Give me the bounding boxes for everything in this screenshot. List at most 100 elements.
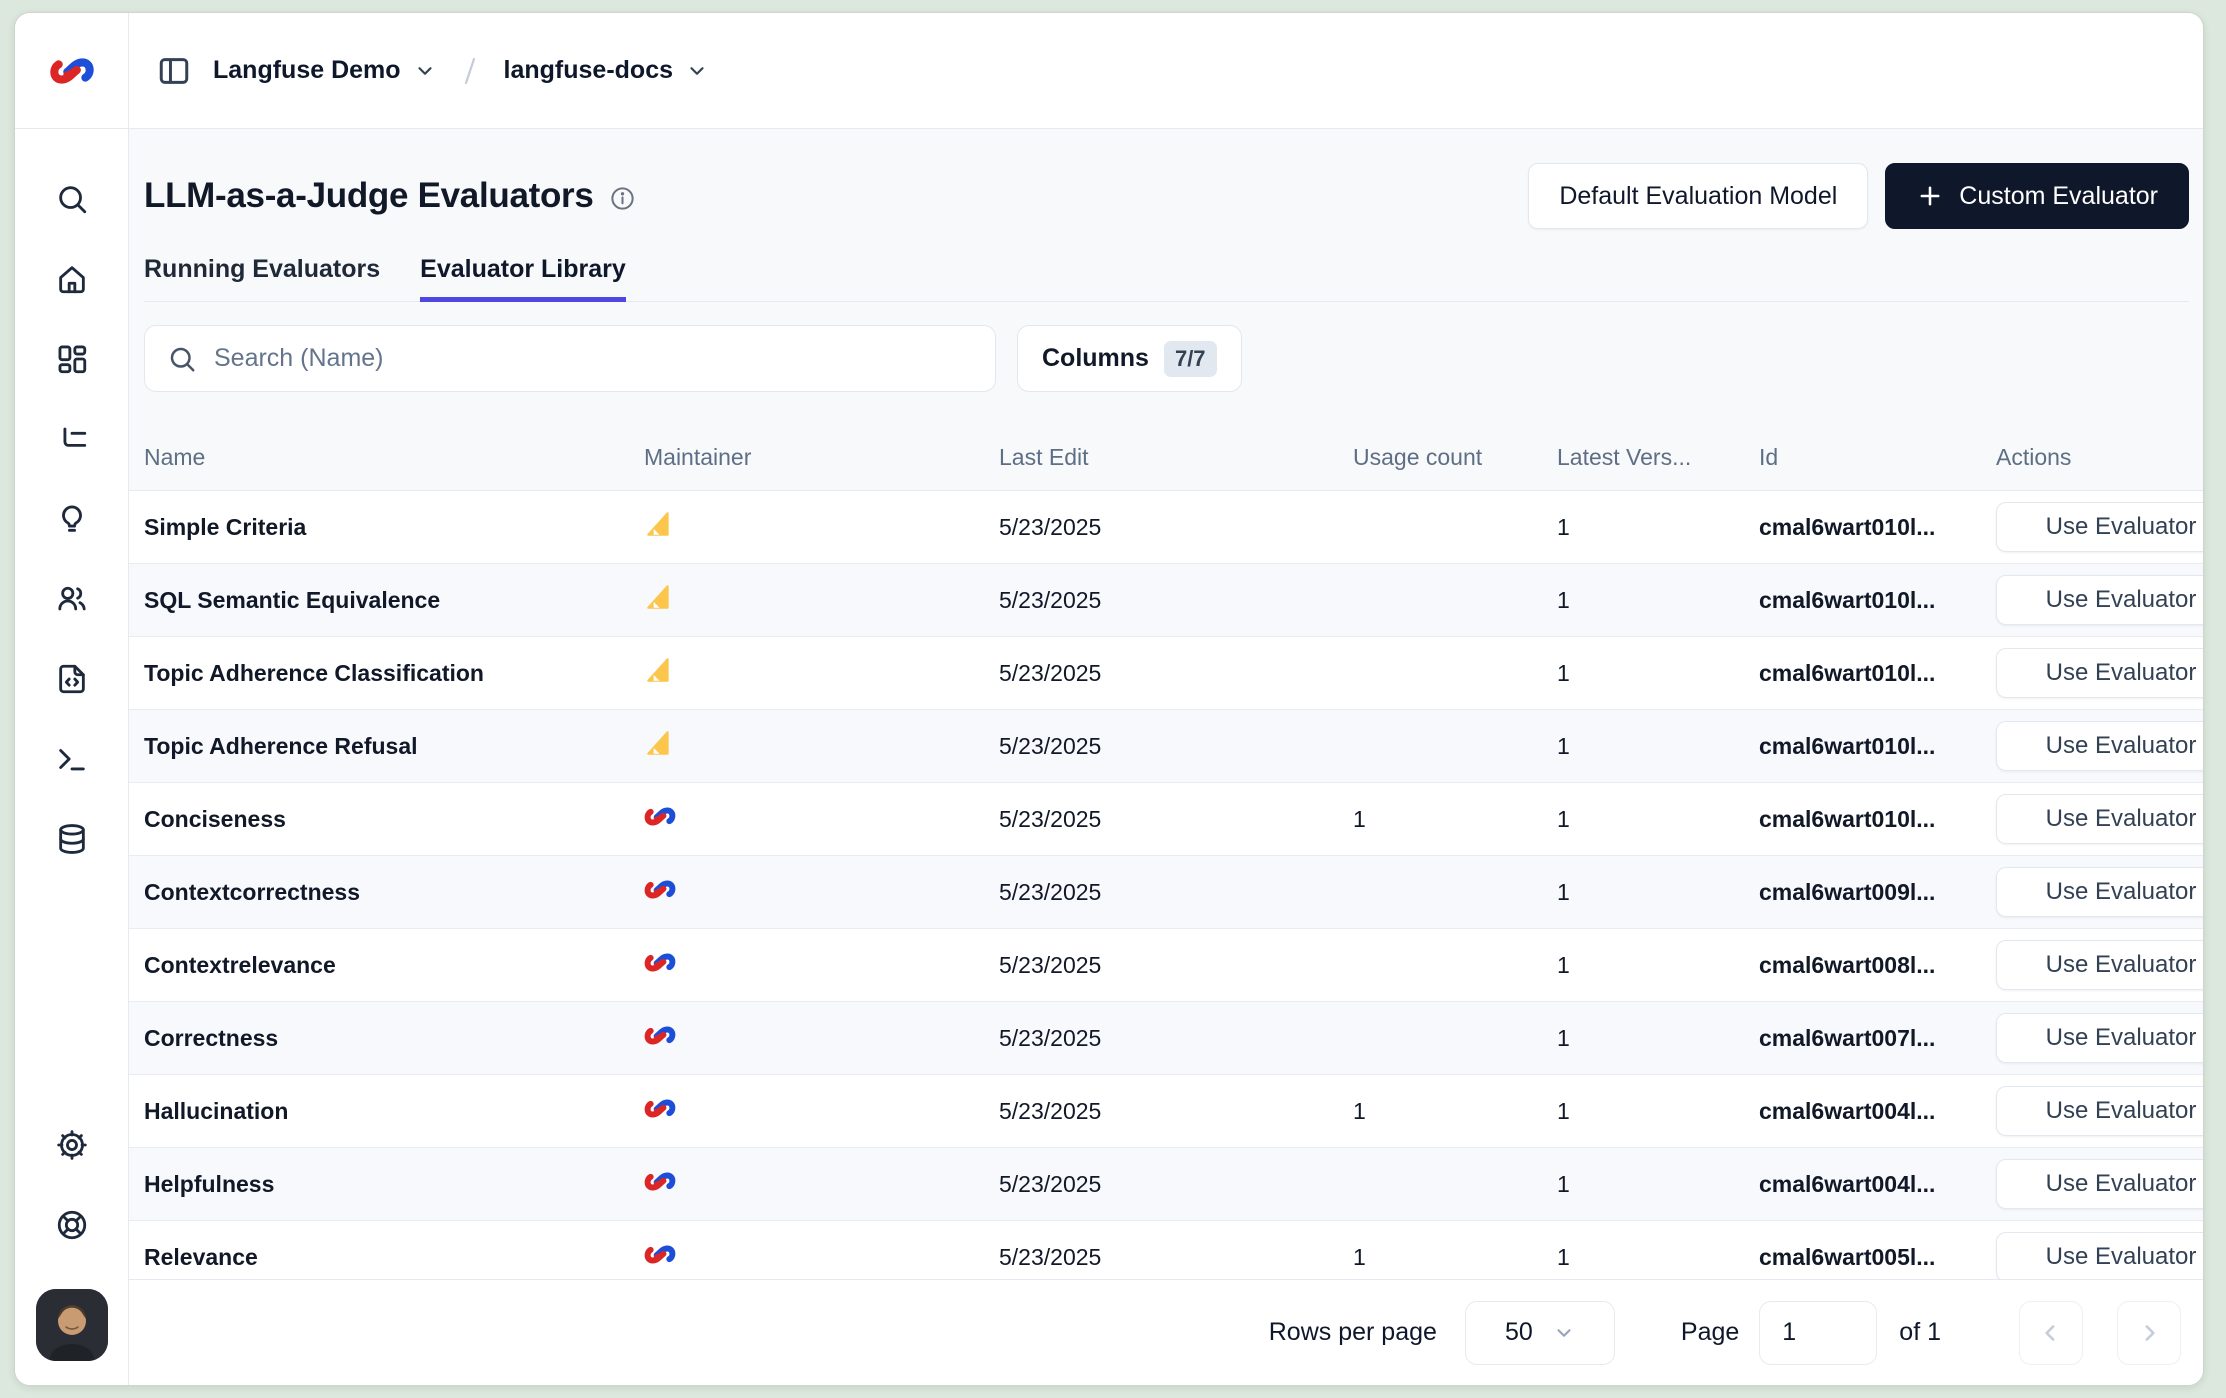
- table-row[interactable]: Conciseness 5/23/2025 1 1 cmal6wart010l.…: [129, 783, 2203, 856]
- table-row[interactable]: Helpfulness 5/23/2025 1 cmal6wart004l...…: [129, 1148, 2203, 1221]
- table-row[interactable]: Hallucination 5/23/2025 1 1 cmal6wart004…: [129, 1075, 2203, 1148]
- langfuse-logo[interactable]: [15, 13, 129, 128]
- tab-running-evaluators[interactable]: Running Evaluators: [144, 255, 380, 301]
- langfuse-maintainer-icon: [644, 803, 676, 830]
- sidebar-item-playground[interactable]: [44, 731, 100, 787]
- sidebar-item-support[interactable]: [44, 1197, 100, 1253]
- org-switcher[interactable]: Langfuse Demo: [213, 56, 436, 85]
- latest-version-cell: 1: [1557, 733, 1759, 760]
- column-header-maintainer[interactable]: Maintainer: [644, 444, 999, 471]
- chevron-left-icon: [2038, 1320, 2064, 1346]
- chevron-down-icon: [414, 60, 436, 82]
- use-evaluator-button[interactable]: Use Evaluator: [1996, 794, 2203, 844]
- evaluator-name: Correctness: [144, 1025, 644, 1052]
- next-page-button[interactable]: [2117, 1301, 2181, 1365]
- use-evaluator-label: Use Evaluator: [2046, 878, 2197, 906]
- sidebar-item-settings[interactable]: [44, 1117, 100, 1173]
- use-evaluator-label: Use Evaluator: [2046, 659, 2197, 687]
- use-evaluator-label: Use Evaluator: [2046, 1170, 2197, 1198]
- column-header-name[interactable]: Name: [144, 444, 644, 471]
- user-avatar[interactable]: [36, 1289, 108, 1361]
- use-evaluator-button[interactable]: Use Evaluator: [1996, 1159, 2203, 1209]
- sidebar-item-database[interactable]: [44, 811, 100, 867]
- dashboard-grid-icon: [55, 342, 89, 376]
- use-evaluator-button[interactable]: Use Evaluator: [1996, 867, 2203, 917]
- actions-cell: Use Evaluator: [1996, 1013, 2203, 1063]
- table-row[interactable]: Topic Adherence Refusal 5/23/2025 1 cmal…: [129, 710, 2203, 783]
- langfuse-maintainer-icon: [644, 1022, 676, 1049]
- use-evaluator-button[interactable]: Use Evaluator: [1996, 1086, 2203, 1136]
- evaluator-name: Topic Adherence Refusal: [144, 733, 644, 760]
- sidebar-toggle-icon[interactable]: [157, 54, 191, 88]
- tracing-tree-icon: [55, 422, 89, 456]
- search-input[interactable]: [214, 344, 973, 373]
- page-header: LLM-as-a-Judge Evaluators Default Evalua…: [129, 129, 2203, 302]
- actions-cell: Use Evaluator: [1996, 1232, 2203, 1279]
- last-edit-cell: 5/23/2025: [999, 1025, 1353, 1052]
- maintainer-cell: [644, 1095, 999, 1128]
- sidebar-item-tracing[interactable]: [44, 411, 100, 467]
- info-icon[interactable]: [609, 185, 636, 212]
- use-evaluator-button[interactable]: Use Evaluator: [1996, 940, 2203, 990]
- app-body: LLM-as-a-Judge Evaluators Default Evalua…: [15, 129, 2203, 1385]
- use-evaluator-label: Use Evaluator: [2046, 732, 2197, 760]
- tab-evaluator-library[interactable]: Evaluator Library: [420, 255, 626, 301]
- use-evaluator-button[interactable]: Use Evaluator: [1996, 648, 2203, 698]
- sidebar-item-dashboards[interactable]: [44, 331, 100, 387]
- column-header-last-edit[interactable]: Last Edit: [999, 444, 1353, 471]
- use-evaluator-button[interactable]: Use Evaluator: [1996, 575, 2203, 625]
- latest-version-cell: 1: [1557, 952, 1759, 979]
- default-evaluation-model-button[interactable]: Default Evaluation Model: [1528, 163, 1868, 229]
- evaluator-id-cell: cmal6wart010l...: [1759, 587, 1996, 614]
- use-evaluator-button[interactable]: Use Evaluator: [1996, 1013, 2203, 1063]
- rows-per-page-select[interactable]: 50: [1465, 1301, 1615, 1365]
- latest-version-cell: 1: [1557, 1244, 1759, 1271]
- last-edit-cell: 5/23/2025: [999, 660, 1353, 687]
- use-evaluator-button[interactable]: Use Evaluator: [1996, 1232, 2203, 1279]
- rows-per-page-label: Rows per page: [1269, 1318, 1437, 1347]
- table-row[interactable]: Simple Criteria 5/23/2025 1 cmal6wart010…: [129, 491, 2203, 564]
- ragas-maintainer-icon: [644, 655, 674, 685]
- evaluator-id-cell: cmal6wart007l...: [1759, 1025, 1996, 1052]
- evaluator-id-cell: cmal6wart008l...: [1759, 952, 1996, 979]
- sidebar-item-prompts[interactable]: [44, 491, 100, 547]
- project-switcher[interactable]: langfuse-docs: [504, 56, 708, 85]
- column-header-usage-count[interactable]: Usage count: [1353, 444, 1557, 471]
- last-edit-cell: 5/23/2025: [999, 1171, 1353, 1198]
- sidebar-item-search[interactable]: [44, 171, 100, 227]
- table-row[interactable]: Topic Adherence Classification 5/23/2025…: [129, 637, 2203, 710]
- sidebar-item-home[interactable]: [44, 251, 100, 307]
- sidebar-item-datasets[interactable]: [44, 651, 100, 707]
- maintainer-cell: [644, 509, 999, 545]
- chevron-down-icon: [686, 60, 708, 82]
- database-icon: [55, 822, 89, 856]
- plus-icon: [1916, 182, 1944, 210]
- sidebar-item-users[interactable]: [44, 571, 100, 627]
- evaluator-id-cell: cmal6wart010l...: [1759, 806, 1996, 833]
- org-name: Langfuse Demo: [213, 56, 401, 85]
- evaluator-name: Contextrelevance: [144, 952, 644, 979]
- evaluator-name: Relevance: [144, 1244, 644, 1271]
- table-row[interactable]: Contextrelevance 5/23/2025 1 cmal6wart00…: [129, 929, 2203, 1002]
- actions-cell: Use Evaluator: [1996, 648, 2203, 698]
- table-row[interactable]: Correctness 5/23/2025 1 cmal6wart007l...…: [129, 1002, 2203, 1075]
- ragas-maintainer-icon: [644, 582, 674, 612]
- maintainer-cell: [644, 655, 999, 691]
- table-row[interactable]: Relevance 5/23/2025 1 1 cmal6wart005l...…: [129, 1221, 2203, 1279]
- use-evaluator-button[interactable]: Use Evaluator: [1996, 502, 2203, 552]
- table-row[interactable]: Contextcorrectness 5/23/2025 1 cmal6wart…: [129, 856, 2203, 929]
- previous-page-button[interactable]: [2019, 1301, 2083, 1365]
- use-evaluator-label: Use Evaluator: [2046, 951, 2197, 979]
- columns-button[interactable]: Columns 7/7: [1017, 325, 1242, 392]
- page-number-input[interactable]: [1759, 1301, 1877, 1365]
- custom-evaluator-button[interactable]: Custom Evaluator: [1885, 163, 2189, 229]
- actions-cell: Use Evaluator: [1996, 721, 2203, 771]
- actions-cell: Use Evaluator: [1996, 940, 2203, 990]
- column-header-id[interactable]: Id: [1759, 444, 1996, 471]
- avatar-image: [36, 1289, 108, 1361]
- use-evaluator-button[interactable]: Use Evaluator: [1996, 721, 2203, 771]
- default-evaluation-model-label: Default Evaluation Model: [1559, 182, 1837, 211]
- column-header-latest-version[interactable]: Latest Vers...: [1557, 444, 1759, 471]
- table-row[interactable]: SQL Semantic Equivalence 5/23/2025 1 cma…: [129, 564, 2203, 637]
- column-header-actions: Actions: [1996, 444, 2203, 471]
